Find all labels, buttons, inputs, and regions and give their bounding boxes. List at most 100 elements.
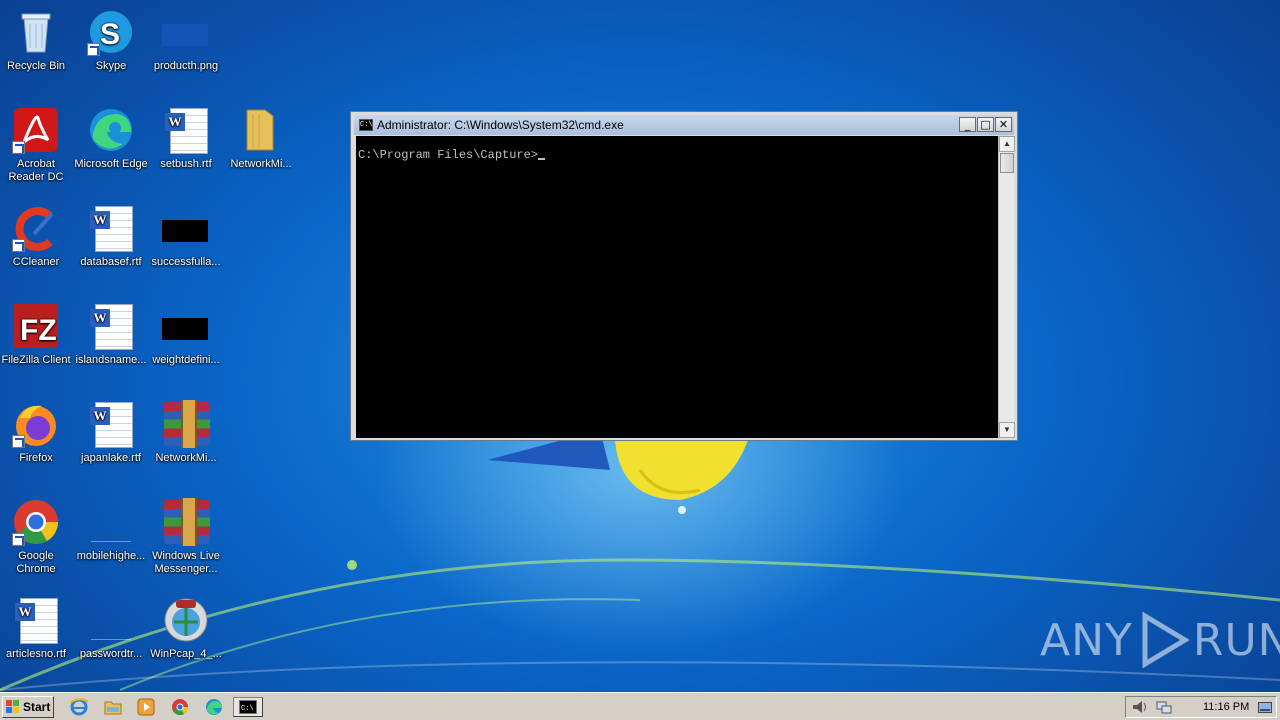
file-icon [87, 596, 135, 644]
desktop-icon-firefox[interactable]: Firefox [0, 394, 74, 484]
desktop-icon-ccleaner[interactable]: CCleaner [0, 198, 74, 288]
explorer-icon[interactable] [102, 697, 124, 717]
media-player-icon[interactable] [135, 697, 157, 717]
desktop-icon-label: producth.png [153, 60, 219, 72]
filezilla-icon: FZ [12, 302, 60, 350]
edge-icon[interactable] [203, 697, 225, 717]
desktop-icon-label: Windows Live Messenger... [152, 550, 220, 575]
scroll-down-arrow-icon[interactable]: ▼ [999, 422, 1015, 438]
cmd-icon: C:\ [239, 700, 257, 714]
chrome-icon[interactable] [169, 697, 191, 717]
start-button[interactable]: Start [2, 696, 54, 718]
minimize-button[interactable]: _ [959, 117, 976, 132]
shortcut-arrow-icon [12, 239, 25, 252]
desktop-icon-windows-live-messenger[interactable]: Windows Live Messenger... [148, 492, 224, 582]
desktop-icon-label: mobilehighe... [76, 550, 146, 562]
close-button[interactable]: ✕ [995, 117, 1012, 132]
taskbar-cmd-button[interactable]: C:\ [233, 697, 263, 717]
desktop-icon-label: setbush.rtf [160, 158, 212, 170]
word-document-icon: W [87, 204, 135, 252]
ccleaner-icon [12, 204, 60, 252]
anyrun-watermark: ANY RUN [1040, 608, 1280, 672]
svg-text:S: S [100, 18, 120, 51]
image-file-icon [162, 302, 210, 350]
scroll-up-arrow-icon[interactable]: ▲ [999, 136, 1015, 152]
skype-icon: S [87, 8, 135, 56]
desktop-icon-label: FileZilla Client [1, 354, 71, 366]
system-tray: 11:16 PM [1125, 696, 1277, 718]
desktop-icon-weightdefini[interactable]: weightdefini... [148, 296, 224, 386]
desktop-icon-producth[interactable]: producth.png [148, 2, 224, 92]
desktop-icon-skype[interactable]: S Skype [73, 2, 149, 92]
svg-text:FZ: FZ [20, 314, 57, 347]
desktop-icon-label: Firefox [19, 452, 53, 464]
edge-icon [87, 106, 135, 154]
image-file-icon [162, 8, 210, 56]
desktop-icon-articlesno[interactable]: W articlesno.rtf [0, 590, 74, 680]
desktop-icon-acrobat-reader[interactable]: Acrobat Reader DC [0, 100, 74, 190]
desktop-icon-label: Acrobat Reader DC [8, 158, 64, 183]
desktop-icon-label: articlesno.rtf [6, 648, 66, 660]
desktop-icon-label: NetworkMi... [155, 452, 217, 464]
desktop-icon-label: Skype [95, 60, 127, 72]
file-icon [87, 498, 135, 546]
watermark-text-right: RUN [1192, 614, 1280, 666]
folder-icon [237, 106, 285, 154]
desktop-icon-networkmi-folder[interactable]: NetworkMi... [223, 100, 299, 190]
image-file-icon [162, 204, 210, 252]
desktop-icon-label: CCleaner [12, 256, 60, 268]
word-document-icon: W [12, 596, 60, 644]
winrar-icon [162, 400, 210, 448]
acrobat-reader-icon [12, 106, 60, 154]
watermark-text-left: ANY [1040, 614, 1133, 666]
vertical-scrollbar[interactable]: ▲ ▼ [998, 136, 1015, 438]
windows-flag-icon [6, 700, 20, 714]
volume-icon[interactable] [1132, 700, 1148, 719]
cmd-window[interactable]: C:\ Administrator: C:\Windows\System32\c… [350, 111, 1018, 441]
chrome-icon [12, 498, 60, 546]
desktop-icon-label: databasef.rtf [80, 256, 142, 268]
shortcut-arrow-icon [12, 533, 25, 546]
console-prompt: C:\Program Files\Capture> [358, 148, 539, 162]
desktop-icon-label: Recycle Bin [6, 60, 66, 72]
desktop-icon-successfulla[interactable]: successfulla... [148, 198, 224, 288]
recycle-bin-icon [12, 8, 60, 56]
winrar-icon [162, 498, 210, 546]
scrollbar-thumb[interactable] [1000, 153, 1014, 173]
desktop-icon-islandsname[interactable]: W islandsname... [73, 296, 149, 386]
internet-explorer-icon[interactable] [68, 697, 90, 717]
shortcut-arrow-icon [12, 435, 25, 448]
desktop-icon-label: passwordtr... [79, 648, 143, 660]
desktop-icon-setbush[interactable]: W setbush.rtf [148, 100, 224, 190]
cmd-app-icon: C:\ [359, 119, 373, 131]
desktop-icon-label: weightdefini... [152, 354, 220, 366]
network-icon[interactable] [1156, 700, 1172, 719]
desktop-icon-chrome[interactable]: Google Chrome [0, 492, 74, 582]
desktop-icon-japanlake[interactable]: W japanlake.rtf [73, 394, 149, 484]
maximize-button[interactable]: □ [977, 117, 994, 132]
desktop-icon-filezilla[interactable]: FZ FileZilla Client [0, 296, 74, 386]
desktop-icon-databasef[interactable]: W databasef.rtf [73, 198, 149, 288]
desktop-icon-label: successfulla... [151, 256, 221, 268]
clock[interactable]: 11:16 PM [1203, 701, 1249, 713]
svg-text:C:\: C:\ [241, 705, 254, 713]
desktop-icon-networkmi-archive[interactable]: NetworkMi... [148, 394, 224, 484]
desktop-icon-label: Microsoft Edge [74, 158, 148, 170]
taskbar: Start C:\ 11:16 PM [0, 692, 1280, 720]
play-logo-icon [1142, 611, 1190, 669]
desktop-icon-edge[interactable]: Microsoft Edge [73, 100, 149, 190]
window-title: Administrator: C:\Windows\System32\cmd.e… [377, 118, 624, 132]
desktop-icon-recycle-bin[interactable]: Recycle Bin [0, 2, 74, 92]
desktop-icon-label: NetworkMi... [230, 158, 292, 170]
desktop-icon-label: Google Chrome [16, 550, 56, 575]
console-output[interactable]: C:\Program Files\Capture> [356, 136, 998, 438]
desktop-icon-label: WinPcap_4_... [150, 648, 222, 660]
shortcut-arrow-icon [87, 43, 100, 56]
desktop-icon-passwordtr[interactable]: passwordtr... [73, 590, 149, 680]
show-desktop-icon[interactable] [1258, 701, 1272, 719]
window-controls: _ □ ✕ [959, 117, 1012, 132]
shortcut-arrow-icon [12, 141, 25, 154]
desktop-icon-mobilehighe[interactable]: mobilehighe... [73, 492, 149, 582]
desktop-icon-winpcap[interactable]: WinPcap_4_... [148, 590, 224, 680]
cmd-title-bar[interactable]: C:\ Administrator: C:\Windows\System32\c… [354, 115, 1014, 135]
